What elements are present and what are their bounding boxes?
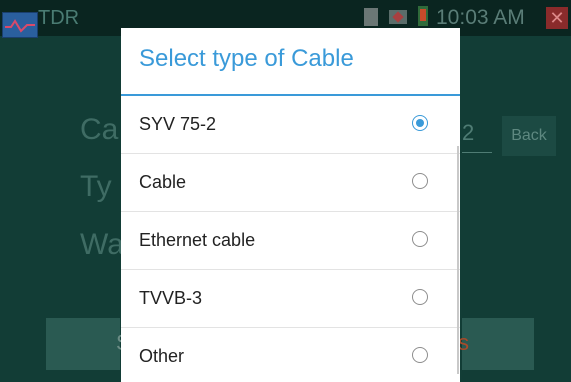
tdr-app-icon	[2, 12, 38, 38]
radio-unchecked-icon[interactable]	[412, 289, 428, 305]
clock: 10:03 AM	[436, 6, 525, 29]
radio-checked-icon[interactable]	[412, 115, 428, 131]
option-other[interactable]: Other	[121, 328, 460, 382]
back-button[interactable]: Back	[502, 116, 556, 156]
background-value: 2	[462, 120, 492, 153]
cable-type-dialog: Select type of Cable SYV 75-2 Cable Ethe…	[121, 28, 460, 382]
close-icon[interactable]: ✕	[546, 7, 568, 29]
option-label: Ethernet cable	[139, 230, 256, 250]
app-title: TDR	[38, 7, 80, 29]
background-label-cable: Ca	[80, 113, 119, 146]
option-cable[interactable]: Cable	[121, 154, 460, 212]
dialog-title: Select type of Cable	[139, 45, 354, 72]
background-settings-button[interactable]: s	[458, 318, 534, 370]
background-label-type: Ty	[80, 170, 112, 203]
radio-unchecked-icon[interactable]	[412, 231, 428, 247]
battery-charging-icon	[418, 6, 428, 26]
network-icon	[389, 10, 407, 24]
background-label-wave: Wa	[80, 228, 124, 261]
radio-unchecked-icon[interactable]	[412, 173, 428, 189]
radio-unchecked-icon[interactable]	[412, 347, 428, 363]
option-label: TVVB-3	[139, 288, 203, 308]
option-label: SYV 75-2	[139, 114, 217, 134]
option-label: Other	[139, 346, 185, 366]
option-tvvb-3[interactable]: TVVB-3	[121, 270, 460, 328]
background-start-button[interactable]: S	[46, 318, 131, 370]
option-syv-75-2[interactable]: SYV 75-2	[121, 96, 460, 154]
option-ethernet-cable[interactable]: Ethernet cable	[121, 212, 460, 270]
sd-card-icon	[364, 8, 378, 26]
dialog-scrollbar[interactable]	[457, 146, 459, 374]
option-label: Cable	[139, 172, 187, 192]
